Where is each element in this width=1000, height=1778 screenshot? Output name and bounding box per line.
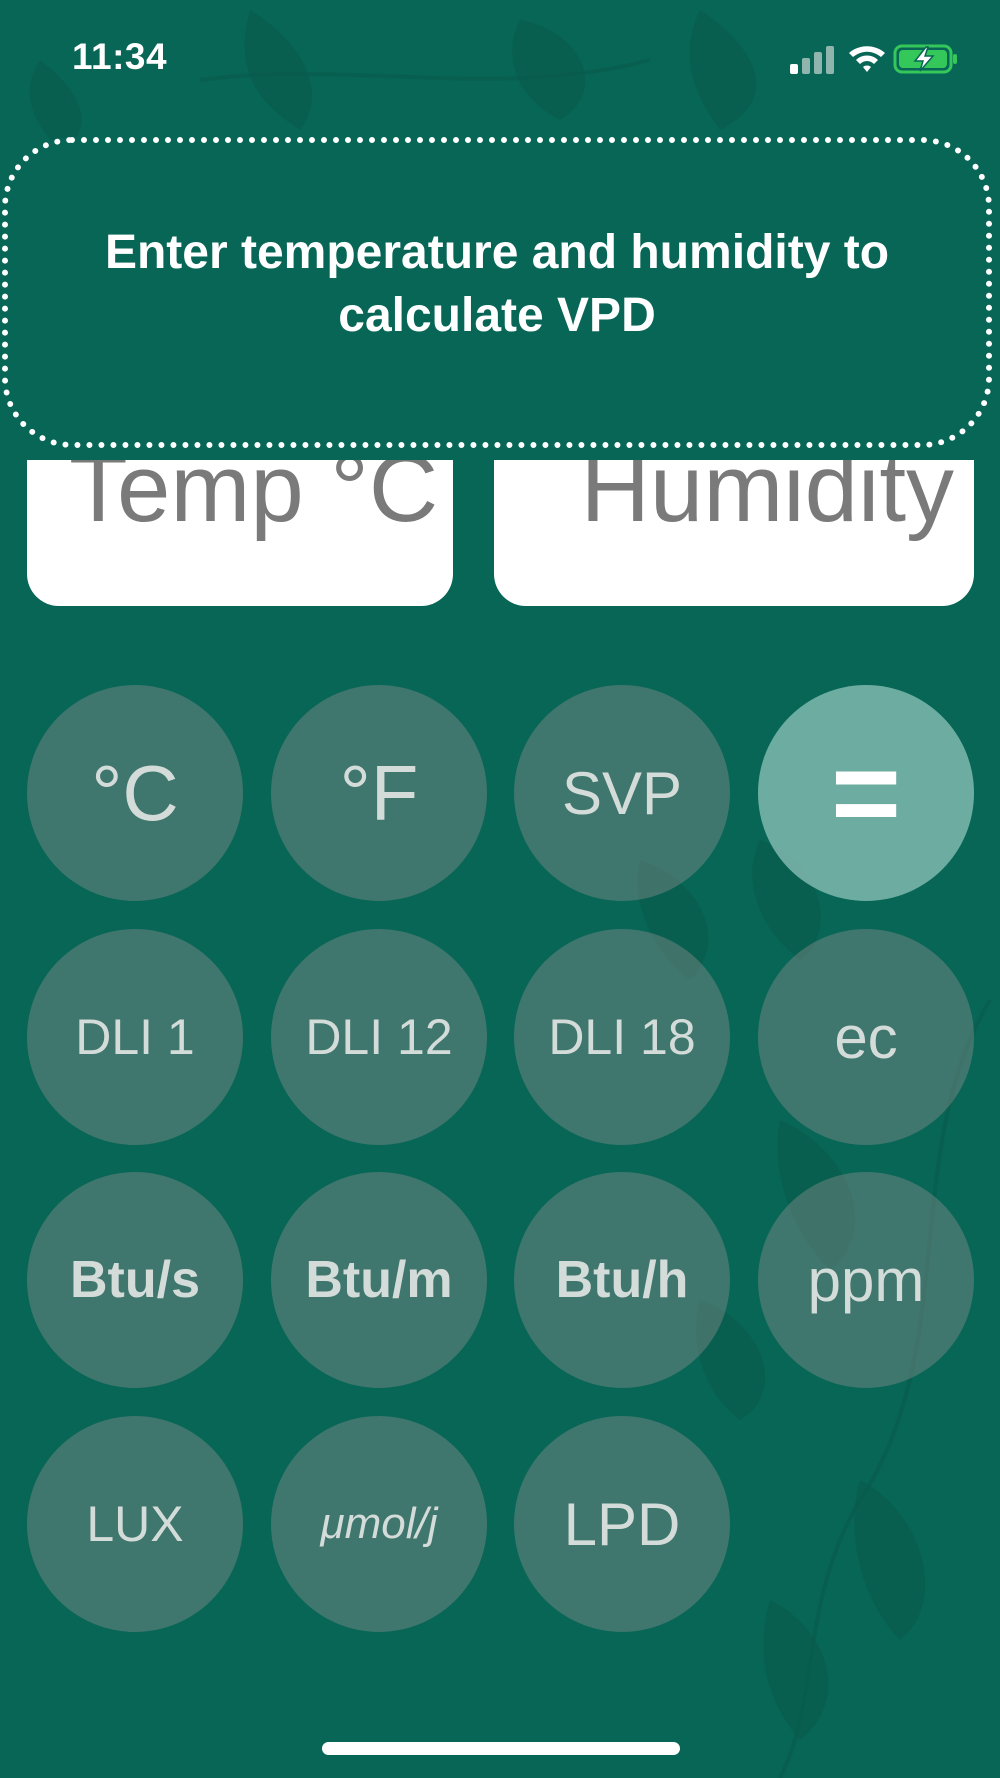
temperature-input[interactable]: Temp °C xyxy=(27,460,453,606)
btu-h-label: Btu/h xyxy=(555,1251,689,1309)
equals-label: = xyxy=(830,726,902,860)
btu-s-label: Btu/s xyxy=(70,1251,200,1309)
dli-18-button[interactable]: DLI 18 xyxy=(514,929,730,1145)
home-indicator[interactable] xyxy=(322,1742,680,1755)
dli-12-button[interactable]: DLI 12 xyxy=(271,929,487,1145)
fahrenheit-button[interactable]: °F xyxy=(271,685,487,901)
ec-button[interactable]: ec xyxy=(758,929,974,1145)
btu-per-minute-button[interactable]: Btu/m xyxy=(271,1172,487,1388)
dli-1-button[interactable]: DLI 1 xyxy=(27,929,243,1145)
celsius-button[interactable]: °C xyxy=(27,685,243,901)
prompt-text: Enter temperature and humidity to calcul… xyxy=(104,225,890,342)
lux-button[interactable]: LUX xyxy=(27,1416,243,1632)
ppm-label: ppm xyxy=(807,1246,925,1314)
ec-label: ec xyxy=(834,1003,898,1071)
btu-per-second-button[interactable]: Btu/s xyxy=(27,1172,243,1388)
equals-button[interactable]: = xyxy=(758,685,974,901)
ppm-button[interactable]: ppm xyxy=(758,1172,974,1388)
signal-icon xyxy=(790,46,834,74)
celsius-label: °C xyxy=(91,748,179,837)
dli-18-label: DLI 18 xyxy=(548,1009,696,1065)
btu-per-hour-button[interactable]: Btu/h xyxy=(514,1172,730,1388)
wifi-icon xyxy=(849,46,885,72)
temperature-placeholder: Temp °C xyxy=(69,460,439,542)
status-time: 11:34 xyxy=(72,36,168,77)
lpd-label: LPD xyxy=(563,1490,681,1558)
btu-m-label: Btu/m xyxy=(305,1251,453,1309)
humidity-input[interactable]: Humidity xyxy=(494,460,974,606)
svp-label: SVP xyxy=(561,759,683,827)
umol-per-joule-button[interactable]: μmol/j xyxy=(271,1416,487,1632)
dli-1-label: DLI 1 xyxy=(75,1009,195,1065)
lux-label: LUX xyxy=(86,1496,184,1552)
umol-j-label: μmol/j xyxy=(320,1499,438,1548)
battery-charging-icon xyxy=(893,44,957,74)
lpd-button[interactable]: LPD xyxy=(514,1416,730,1632)
humidity-placeholder: Humidity xyxy=(580,460,954,542)
status-bar: 11:34 xyxy=(0,0,1000,120)
svp-button[interactable]: SVP xyxy=(514,685,730,901)
fahrenheit-label: °F xyxy=(339,748,419,837)
dli-12-label: DLI 12 xyxy=(305,1009,453,1065)
vpd-prompt-banner: Enter temperature and humidity to calcul… xyxy=(2,137,992,448)
